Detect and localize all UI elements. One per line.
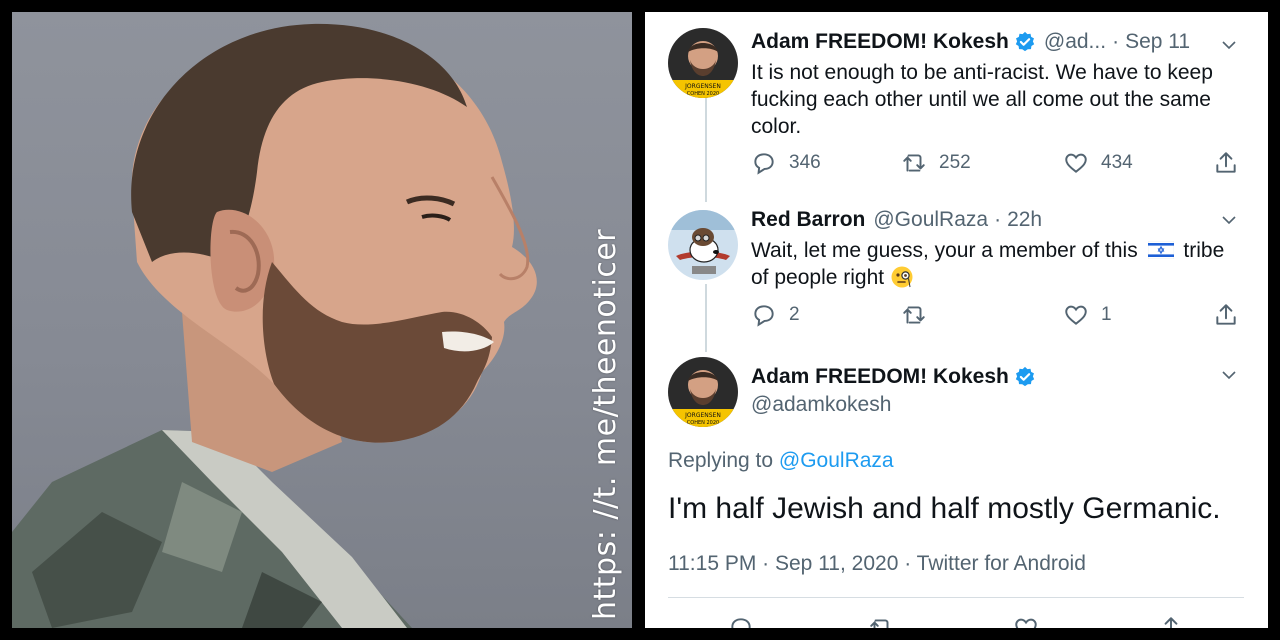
separator-dot: ·: [1112, 30, 1120, 53]
author-handle[interactable]: @ad...: [1044, 30, 1106, 54]
thread-line: [705, 284, 707, 352]
reply-count: 346: [789, 152, 821, 173]
tweet-time[interactable]: Sep 11: [1125, 30, 1190, 54]
face-with-monocle-icon: [891, 266, 913, 288]
tweet-text: It is not enough to be anti-racist. We h…: [751, 59, 1213, 140]
replying-mention-link[interactable]: @GoulRaza: [779, 449, 894, 472]
reply-button[interactable]: 2: [751, 302, 800, 328]
like-button[interactable]: 434: [1063, 150, 1133, 176]
tweet-text-line: of people right: [751, 264, 1224, 291]
verified-badge-icon: [1015, 31, 1035, 52]
share-button[interactable]: [1213, 302, 1251, 328]
reply-icon: [754, 305, 774, 327]
heart-icon[interactable]: [1013, 615, 1039, 628]
retweet-count: 252: [939, 152, 971, 173]
share-button[interactable]: [1213, 150, 1251, 176]
avatar[interactable]: JORGENSEN COHEN 2020: [668, 357, 738, 427]
author-name[interactable]: Red Barron: [751, 208, 865, 232]
avatar-text: JORGENSEN: [684, 412, 721, 419]
reply-icon: [754, 153, 774, 175]
author-handle[interactable]: @adamkokesh: [751, 393, 891, 417]
verified-badge-icon: [1015, 366, 1035, 387]
tweet-header: @adamkokesh: [751, 393, 891, 417]
author-handle[interactable]: @GoulRaza: [873, 208, 988, 232]
avatar[interactable]: [668, 210, 738, 280]
tweet-text-part: Wait, let me guess, your a member of thi…: [751, 239, 1138, 262]
separator-dot: ·: [994, 208, 1002, 231]
replying-to: Replying to @GoulRaza: [668, 449, 894, 473]
tweet-actions: 346 252 434: [751, 150, 1248, 180]
tweet-thread-panel: JORGENSEN COHEN 2020 Adam FREEDOM! Kokes…: [645, 12, 1268, 628]
chevron-down-icon[interactable]: [1220, 366, 1238, 384]
replying-prefix: Replying to: [668, 449, 774, 472]
man-profile-illustration: [12, 23, 537, 628]
like-button[interactable]: 1: [1063, 302, 1112, 328]
tweet-text-part: tribe: [1183, 239, 1225, 262]
mugshot-photo: [12, 12, 632, 628]
thread-line: [705, 98, 707, 202]
tweet-text-line: It is not enough to be anti-racist. We h…: [751, 61, 1213, 84]
main-tweet-actions: [668, 615, 1244, 628]
heart-icon: [1065, 305, 1087, 325]
retweet-icon: [903, 306, 925, 324]
main-tweet-text: I'm half Jewish and half mostly Germanic…: [668, 492, 1221, 525]
avatar-text: COHEN 2020: [687, 420, 719, 426]
author-name[interactable]: Adam FREEDOM! Kokesh: [751, 30, 1009, 54]
tweet-header: Adam FREEDOM! Kokesh: [751, 365, 1036, 389]
avatar-text: JORGENSEN: [684, 83, 721, 90]
tweet-time[interactable]: 22h: [1007, 208, 1042, 232]
retweet-icon: [903, 154, 925, 172]
heart-icon: [1065, 153, 1087, 173]
share-icon: [1216, 304, 1236, 325]
retweet-icon[interactable]: [868, 615, 894, 628]
tweet-text-part: of people right: [751, 266, 885, 289]
like-count: 1: [1101, 304, 1112, 325]
reply-button[interactable]: 346: [751, 150, 821, 176]
reply-icon[interactable]: [728, 615, 754, 628]
watermark-text: https: //t. me/theenoticer: [588, 228, 623, 620]
share-icon: [1216, 152, 1236, 173]
retweet-button[interactable]: [901, 302, 939, 328]
avatar[interactable]: JORGENSEN COHEN 2020: [668, 28, 738, 98]
divider: [668, 597, 1244, 598]
tweet-timestamp[interactable]: 11:15 PM · Sep 11, 2020 · Twitter for An…: [668, 552, 1086, 576]
chevron-down-icon[interactable]: [1220, 211, 1238, 229]
author-name[interactable]: Adam FREEDOM! Kokesh: [751, 365, 1009, 389]
tweet-text: Wait, let me guess, your a member of thi…: [751, 237, 1224, 291]
tweet-text-line: fucking each other until we all come out…: [751, 88, 1211, 111]
israel-flag-icon: [1147, 240, 1174, 260]
tweet-actions: 2 1: [751, 302, 1248, 332]
tweet-header: Adam FREEDOM! Kokesh @ad... · Sep 11: [751, 30, 1190, 54]
chevron-down-icon[interactable]: [1220, 36, 1238, 54]
share-icon[interactable]: [1158, 615, 1184, 628]
like-count: 434: [1101, 152, 1133, 173]
tweet-text-line: Wait, let me guess, your a member of thi…: [751, 237, 1224, 264]
avatar-text: COHEN 2020: [687, 91, 719, 97]
tweet-text-line: color.: [751, 115, 802, 138]
reply-count: 2: [789, 304, 800, 325]
retweet-button[interactable]: 252: [901, 150, 971, 176]
tweet-header: Red Barron @GoulRaza · 22h: [751, 208, 1042, 232]
